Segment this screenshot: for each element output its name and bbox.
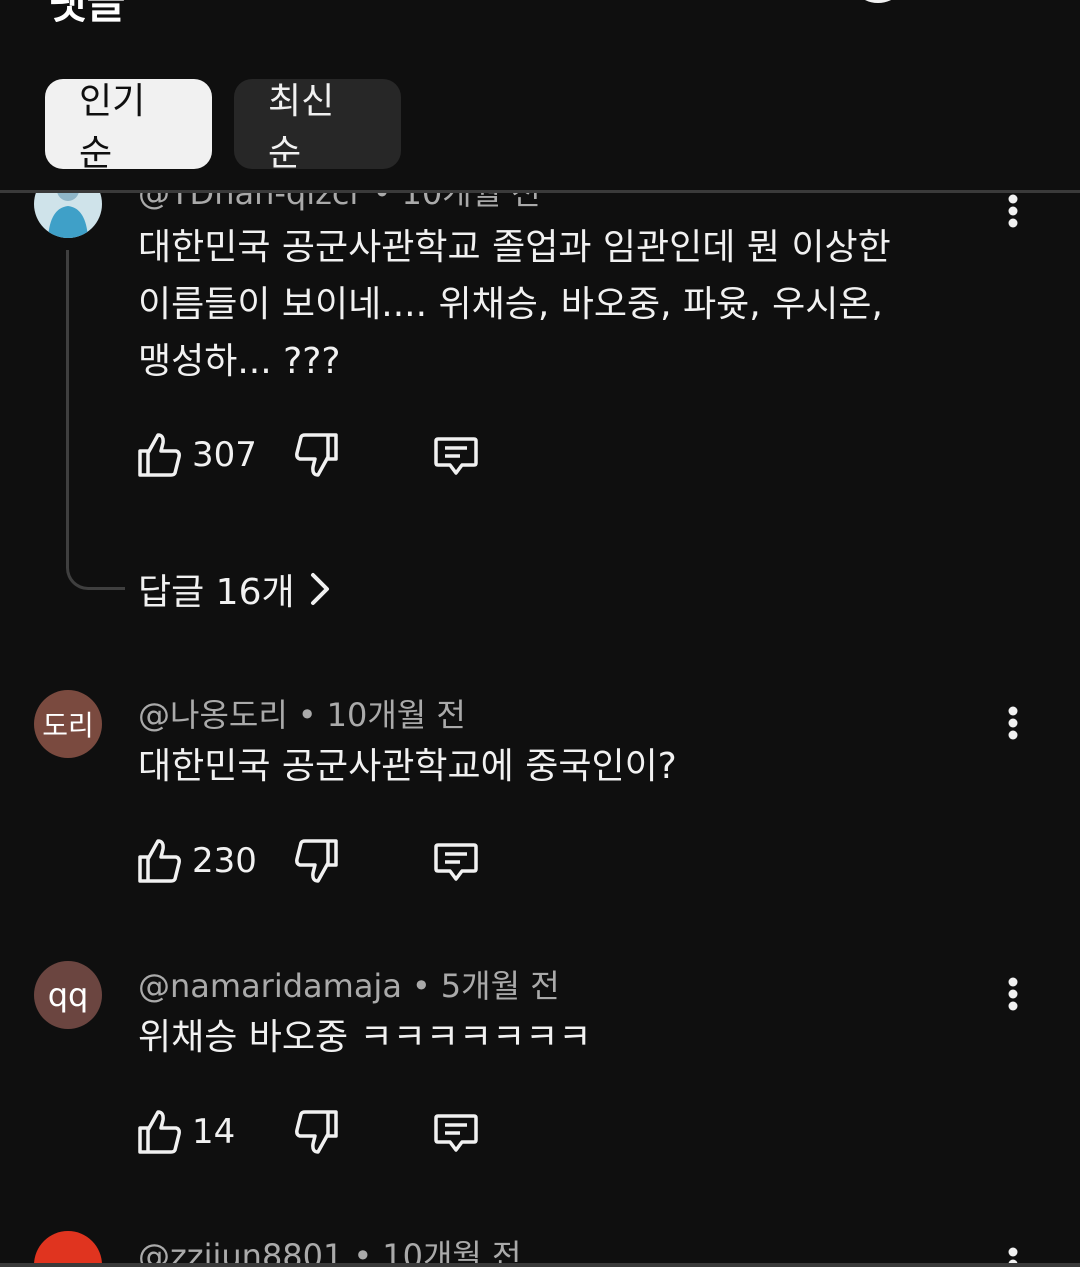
meta-separator: • [411,967,431,1005]
reply-icon [434,437,478,475]
like-count: 230 [192,841,257,881]
tab-popular[interactable]: 인기순 [45,79,212,174]
reply-icon [434,843,478,881]
page-title: 댓글 [48,0,126,28]
dislike-button[interactable] [294,836,340,886]
comment-text: 대한민국 공군사관학교에 중국인이? [138,746,677,787]
more-options-icon[interactable] [996,974,1030,1014]
comment-text: 위채승 바오중 ㅋㅋㅋㅋㅋㅋㅋ [138,1017,592,1058]
more-options-icon[interactable] [996,703,1030,743]
sort-tabs: 인기순 최신순 [45,79,401,174]
thumbs-up-icon [138,1110,181,1154]
settings-icon[interactable] [846,0,910,20]
like-button[interactable]: 14 [136,1107,235,1157]
comment-actions: 230 [136,836,536,886]
comment-author[interactable]: @나옹도리 [138,696,288,734]
thumbs-down-icon [295,839,338,883]
comment-meta: @YDhan-qizcr • 10개월 전 [138,193,541,214]
bottom-divider [0,1263,1080,1267]
reply-button[interactable] [432,1107,480,1157]
comment-text: 대한민국 공군사관학교 졸업과 임관인데 뭔 이상한 이름들이 보이네.... … [138,227,891,382]
meta-separator: • [297,696,317,734]
avatar[interactable]: qq [34,961,102,1029]
comment-author[interactable]: @YDhan-qizcr [138,193,363,212]
reply-icon [434,1114,478,1152]
comment-author[interactable]: @zziiun8801 [138,1237,343,1263]
comment-meta: @namaridamaja • 5개월 전 [138,961,560,1007]
comment-actions: 14 [136,1107,536,1157]
like-count: 14 [192,1112,236,1152]
thread-line [66,250,125,590]
meta-separator: • [372,193,392,212]
dislike-button[interactable] [294,1107,340,1157]
thumbs-up-icon [138,839,181,883]
thumbs-down-icon [295,433,338,477]
reply-button[interactable] [432,430,480,480]
more-options-icon[interactable] [996,193,1030,231]
header: 댓글 [0,0,1080,60]
dislike-button[interactable] [294,430,340,480]
like-count: 307 [192,435,257,475]
comment-time: 10개월 전 [326,696,466,734]
comment-author[interactable]: @namaridamaja [138,967,402,1005]
comment-actions: 307 [136,430,536,480]
more-options-icon[interactable] [996,1244,1030,1263]
like-button[interactable]: 230 [136,836,257,886]
like-button[interactable]: 307 [136,430,257,480]
comment-meta: @나옹도리 • 10개월 전 [138,690,466,736]
chevron-right-icon [310,573,329,605]
reply-button[interactable] [432,836,480,886]
comment-meta: @zziiun8801 • 10개월 전 [138,1231,521,1263]
comment-list[interactable]: @YDhan-qizcr • 10개월 전 대한민국 공군사관학교 졸업과 임관인데… [0,193,1080,1263]
comment-time: 10개월 전 [382,1237,522,1263]
thumbs-down-icon [295,1110,338,1154]
thumbs-up-icon [138,433,181,477]
comment-time: 10개월 전 [401,193,541,212]
comment-time: 5개월 전 [440,967,560,1005]
view-replies-button[interactable]: 답글 16개 [138,563,331,615]
avatar[interactable]: 도리 [34,690,102,758]
close-icon[interactable] [988,0,1038,20]
avatar[interactable] [34,1231,102,1263]
tab-newest[interactable]: 최신순 [234,79,401,174]
meta-separator: • [353,1237,373,1263]
avatar-image [48,193,88,238]
avatar[interactable] [34,193,102,238]
replies-label: 답글 16개 [138,572,295,613]
